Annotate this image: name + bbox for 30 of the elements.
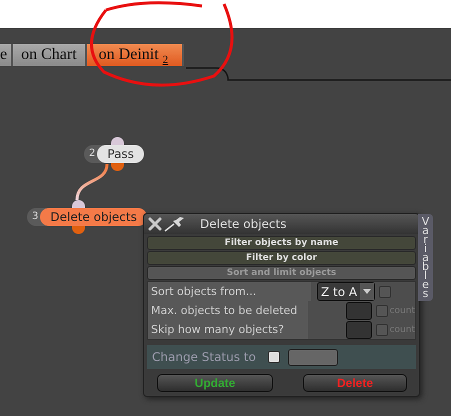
node[interactable]: Delete objects (40, 208, 147, 226)
section-header[interactable]: Filter by color (147, 251, 416, 265)
update-button[interactable]: Update (157, 374, 273, 392)
sort-dropdown[interactable]: Z to A (317, 282, 376, 301)
tab[interactable]: on Deinit $_{2}$ (86, 44, 184, 66)
field-label: Skip how many objects? (148, 320, 308, 339)
field-label: Sort objects from... (148, 282, 311, 301)
close-button[interactable] (148, 217, 162, 231)
dialog-title: Delete objects (200, 217, 286, 231)
caret-icon (363, 289, 372, 294)
number-field[interactable] (346, 320, 372, 338)
node[interactable]: Pass (97, 145, 144, 163)
checkbox[interactable] (376, 304, 388, 316)
output-pin[interactable] (111, 163, 124, 171)
tab[interactable]: e (0, 44, 14, 66)
input-pin[interactable] (72, 200, 85, 208)
tab[interactable]: on Chart (13, 44, 87, 66)
connector-line (75, 164, 109, 200)
field-label: Max. objects to be deleted (148, 301, 308, 320)
checkbox[interactable] (268, 351, 280, 363)
input-pin[interactable] (111, 137, 124, 145)
status-label: Change Status to (152, 350, 257, 364)
status-field[interactable] (288, 348, 338, 366)
section-header[interactable]: Filter objects by name (147, 236, 416, 250)
variables-tab[interactable]: Variables (418, 214, 433, 301)
checkbox[interactable] (379, 286, 392, 298)
number-field[interactable] (346, 302, 372, 320)
checkbox[interactable] (376, 324, 388, 336)
close-icon (148, 217, 162, 231)
output-pin[interactable] (72, 226, 85, 234)
